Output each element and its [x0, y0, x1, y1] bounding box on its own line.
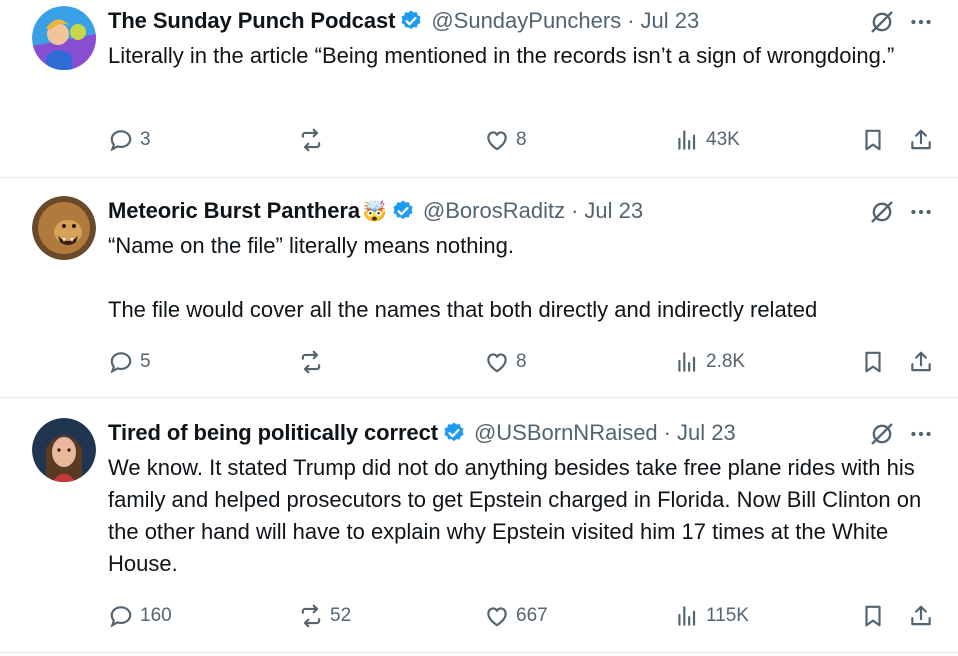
reply-button[interactable]: 5: [108, 344, 151, 380]
action-bar: 3 8 43K: [108, 122, 938, 158]
dot-separator: ·: [663, 420, 671, 445]
divider: [0, 652, 958, 653]
bookmark-icon: [865, 129, 881, 151]
repost-button[interactable]: [298, 344, 330, 380]
handle[interactable]: @USBornNRaised: [474, 420, 658, 446]
tweet-text: “Name on the file” literally means nothi…: [108, 233, 818, 322]
verified-badge-icon: [391, 199, 415, 223]
reply-icon: [110, 130, 132, 152]
reply-icon: [110, 606, 132, 628]
grok-icon[interactable]: [866, 418, 898, 450]
repost-icon: [301, 128, 321, 152]
handle[interactable]: @SundayPunchers: [431, 8, 621, 34]
more-icon[interactable]: [906, 419, 936, 449]
timestamp[interactable]: Jul 23: [584, 198, 643, 224]
bookmark-button[interactable]: [860, 598, 886, 634]
views-count: 2.8K: [706, 351, 746, 372]
like-count: 667: [516, 605, 548, 626]
repost-icon: [301, 604, 321, 628]
avatar[interactable]: [32, 196, 96, 260]
dot-separator: ·: [627, 8, 635, 33]
bookmark-icon: [865, 605, 881, 627]
like-icon: [487, 131, 507, 151]
share-button[interactable]: [908, 122, 934, 158]
dot-separator: ·: [571, 198, 579, 223]
like-icon: [487, 353, 507, 373]
like-count: 8: [516, 129, 527, 150]
reply-button[interactable]: 160: [108, 598, 172, 634]
timestamp[interactable]: Jul 23: [677, 420, 736, 446]
like-icon: [487, 607, 507, 627]
verified-badge-icon: [399, 9, 423, 33]
like-count: 8: [516, 351, 527, 372]
share-button[interactable]: [908, 598, 934, 634]
mind-blown-emoji: 🤯: [362, 200, 387, 223]
bookmark-button[interactable]: [860, 344, 886, 380]
bookmark-icon: [865, 351, 881, 373]
display-name[interactable]: Meteoric Burst Panthera: [108, 198, 360, 224]
share-icon: [911, 129, 931, 150]
views-count: 43K: [706, 129, 740, 150]
display-name[interactable]: The Sunday Punch Podcast: [108, 8, 395, 34]
more-icon[interactable]: [906, 197, 936, 227]
repost-icon: [301, 350, 321, 374]
tweet[interactable]: Meteoric Burst Panthera 🤯 @BorosRaditz ·…: [0, 178, 958, 396]
like-button[interactable]: 8: [484, 122, 527, 158]
action-bar: 5 8 2.8K: [108, 344, 938, 380]
views-icon: [678, 130, 696, 150]
like-button[interactable]: 667: [484, 598, 548, 634]
more-icon[interactable]: [906, 7, 936, 37]
tweet-text: We know. It stated Trump did not do anyt…: [108, 455, 928, 576]
views-icon: [678, 352, 696, 372]
like-button[interactable]: 8: [484, 344, 527, 380]
display-name[interactable]: Tired of being politically correct: [108, 420, 438, 446]
share-button[interactable]: [908, 344, 934, 380]
views-button[interactable]: 115K: [674, 598, 749, 634]
timestamp[interactable]: Jul 23: [641, 8, 700, 34]
reply-count: 160: [140, 605, 172, 626]
views-button[interactable]: 2.8K: [674, 344, 745, 380]
tweet[interactable]: The Sunday Punch Podcast @SundayPunchers…: [0, 0, 958, 176]
reply-icon: [110, 352, 132, 374]
bookmark-button[interactable]: [860, 122, 886, 158]
grok-icon[interactable]: [866, 196, 898, 228]
tweet[interactable]: Tired of being politically correct @USBo…: [0, 398, 958, 656]
action-bar: 160 52 667 115K: [108, 598, 938, 634]
reply-count: 3: [140, 129, 151, 150]
avatar[interactable]: [32, 418, 96, 482]
share-icon: [911, 605, 931, 626]
reply-button[interactable]: 3: [108, 122, 151, 158]
views-icon: [678, 606, 696, 626]
avatar[interactable]: [32, 6, 96, 70]
repost-button[interactable]: 52: [298, 598, 351, 634]
grok-icon[interactable]: [866, 6, 898, 38]
repost-count: 52: [330, 605, 352, 626]
handle[interactable]: @BorosRaditz: [423, 198, 565, 224]
share-icon: [911, 351, 931, 372]
tweet-text: Literally in the article “Being mentione…: [108, 43, 895, 68]
views-button[interactable]: 43K: [674, 122, 740, 158]
verified-badge-icon: [442, 421, 466, 445]
views-count: 115K: [706, 605, 749, 626]
repost-button[interactable]: [298, 122, 330, 158]
reply-count: 5: [140, 351, 151, 372]
